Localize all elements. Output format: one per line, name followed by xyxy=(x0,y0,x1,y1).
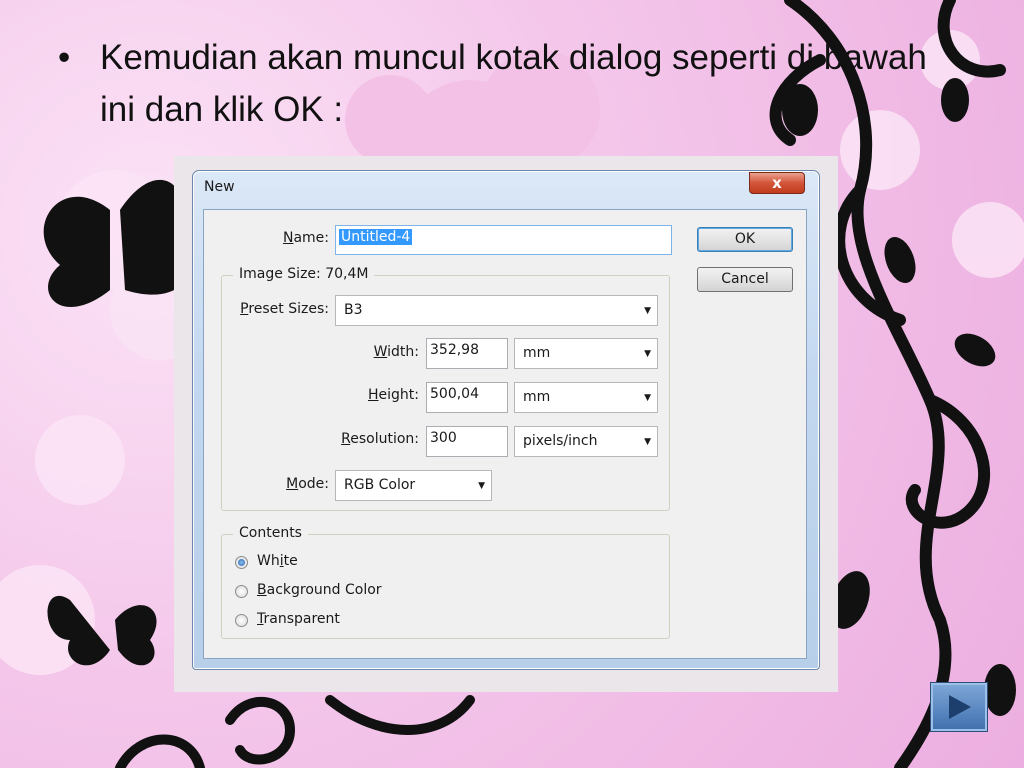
mode-label: Mode: xyxy=(286,476,329,492)
preset-sizes-label: Preset Sizes: xyxy=(240,301,329,317)
resolution-label: Resolution: xyxy=(341,431,419,447)
radio-unchecked-icon xyxy=(235,614,248,627)
preset-sizes-select[interactable]: B3 ▼ xyxy=(335,295,658,326)
close-button[interactable]: x xyxy=(749,172,805,194)
close-icon: x xyxy=(772,174,782,192)
chevron-down-icon: ▼ xyxy=(644,349,651,359)
image-size-value: 70,4M xyxy=(325,266,369,282)
chevron-down-icon: ▼ xyxy=(644,437,651,447)
bullet-icon: • xyxy=(58,38,71,77)
chevron-down-icon: ▼ xyxy=(644,393,651,403)
new-document-dialog: New x Name: Untitled-4 OK Cancel Image S… xyxy=(192,170,820,670)
width-input[interactable]: 352,98 xyxy=(426,338,508,369)
cancel-button[interactable]: Cancel xyxy=(697,267,793,292)
dialog-body: Name: Untitled-4 OK Cancel Image Size: 7… xyxy=(203,209,807,659)
dialog-title: New xyxy=(204,179,235,195)
height-label: Height: xyxy=(368,387,419,403)
next-slide-button[interactable] xyxy=(930,682,988,732)
width-label: Width: xyxy=(373,344,419,360)
name-input[interactable]: Untitled-4 xyxy=(335,225,672,255)
width-unit-select[interactable]: mm ▼ xyxy=(514,338,658,369)
slide-instruction-text: Kemudian akan muncul kotak dialog sepert… xyxy=(100,38,927,129)
name-input-value: Untitled-4 xyxy=(339,229,413,245)
height-input[interactable]: 500,04 xyxy=(426,382,508,413)
ok-button[interactable]: OK xyxy=(697,227,793,252)
chevron-down-icon: ▼ xyxy=(478,481,485,491)
radio-checked-icon xyxy=(235,556,248,569)
radio-unchecked-icon xyxy=(235,585,248,598)
contents-title: Contents xyxy=(233,525,308,541)
resolution-input[interactable]: 300 xyxy=(426,426,508,457)
resolution-unit-select[interactable]: pixels/inch ▼ xyxy=(514,426,658,457)
image-size-title: Image Size: 70,4M xyxy=(233,266,375,282)
dialog-titlebar[interactable]: New x xyxy=(193,171,819,203)
height-unit-select[interactable]: mm ▼ xyxy=(514,382,658,413)
mode-select[interactable]: RGB Color ▼ xyxy=(335,470,492,501)
name-label: Name: xyxy=(282,230,329,246)
play-icon xyxy=(949,695,971,719)
chevron-down-icon: ▼ xyxy=(644,306,651,316)
